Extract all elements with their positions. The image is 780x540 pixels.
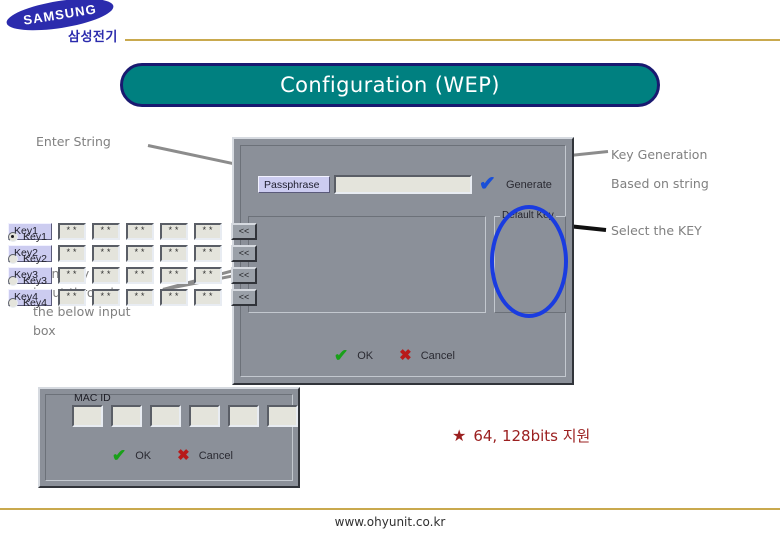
ok-button[interactable]: ✔ OK xyxy=(334,347,373,364)
key-cell-input[interactable]: ** xyxy=(92,288,120,306)
default-key-radio-key1[interactable]: Key1 xyxy=(8,231,47,243)
key-cell-input[interactable]: ** xyxy=(58,244,86,262)
mac-ok-button-label: OK xyxy=(135,449,152,462)
key-shift-button[interactable]: << xyxy=(231,222,257,240)
mac-cancel-button[interactable]: ✖ Cancel xyxy=(177,448,233,463)
radio-label: Key1 xyxy=(23,231,47,243)
key-shift-button[interactable]: << xyxy=(231,288,257,306)
mac-id-octet-input[interactable] xyxy=(72,405,103,427)
passphrase-input[interactable] xyxy=(334,175,472,194)
radio-button-icon[interactable] xyxy=(8,232,18,242)
key-cell-input[interactable]: ** xyxy=(58,222,86,240)
mac-cancel-button-label: Cancel xyxy=(198,449,233,462)
mac-id-octet-input[interactable] xyxy=(150,405,181,427)
slide-canvas: SAMSUNG 삼성전기 Configuration (WEP) Enter S… xyxy=(0,0,780,540)
header-divider-rule xyxy=(125,39,780,41)
mac-id-label: MAC ID xyxy=(74,392,111,404)
annotation-select-the-key: Select the KEY xyxy=(611,223,702,238)
key-cell-input[interactable]: ** xyxy=(92,266,120,284)
mac-id-octet-input[interactable] xyxy=(111,405,142,427)
bottom-note-text: 64, 128bits 지원 xyxy=(473,427,591,445)
annotation-key-generation: Key Generation xyxy=(611,147,708,162)
key-shift-button[interactable]: << xyxy=(231,266,257,284)
radio-button-icon[interactable] xyxy=(8,254,18,264)
star-icon: ★ xyxy=(452,426,467,445)
cancel-button[interactable]: ✖ Cancel xyxy=(399,348,455,363)
key-cell-input[interactable]: ** xyxy=(126,288,154,306)
key-shift-button[interactable]: << xyxy=(231,244,257,262)
key-cell-input[interactable]: ** xyxy=(160,266,188,284)
key-cell-input[interactable]: ** xyxy=(92,222,120,240)
blue-check-icon: ✔ xyxy=(479,173,496,195)
key-cell-input[interactable]: ** xyxy=(160,244,188,262)
mac-ok-button[interactable]: ✔ OK xyxy=(112,447,151,464)
key-cell-input[interactable]: ** xyxy=(194,244,222,262)
wep-key-group xyxy=(248,216,486,313)
generate-button[interactable]: Generate xyxy=(506,179,552,191)
radio-label: Key4 xyxy=(23,297,47,309)
mac-id-octet-input[interactable] xyxy=(267,405,298,427)
key-cell-input[interactable]: ** xyxy=(194,266,222,284)
page-title: Configuration (WEP) xyxy=(280,73,500,97)
key-cell-input[interactable]: ** xyxy=(194,288,222,306)
red-x-icon: ✖ xyxy=(177,447,190,464)
green-check-icon: ✔ xyxy=(112,446,127,465)
cancel-button-label: Cancel xyxy=(420,349,455,362)
mac-id-octet-input[interactable] xyxy=(189,405,220,427)
passphrase-label: Passphrase xyxy=(258,176,330,193)
radio-label: Key2 xyxy=(23,253,47,265)
ok-button-label: OK xyxy=(357,349,374,362)
wep-dialog-actions: ✔ OK ✖ Cancel xyxy=(334,347,481,364)
key-cell-input[interactable]: ** xyxy=(126,266,154,284)
samsung-logo: SAMSUNG xyxy=(4,0,116,37)
radio-button-icon[interactable] xyxy=(8,298,18,308)
bottom-note: ★ 64, 128bits 지원 xyxy=(452,425,590,446)
key-cell-input[interactable]: ** xyxy=(194,222,222,240)
key-cell-input[interactable]: ** xyxy=(92,244,120,262)
radio-button-icon[interactable] xyxy=(8,276,18,286)
annotation-enter-string: Enter String xyxy=(36,134,111,149)
key-cell-input[interactable]: ** xyxy=(126,222,154,240)
slide-title-banner: Configuration (WEP) xyxy=(120,63,660,107)
footer-divider-rule xyxy=(0,508,780,510)
key-cell-input[interactable]: ** xyxy=(58,266,86,284)
annotation-based-on-string: Based on string xyxy=(611,176,709,191)
default-key-radio-key4[interactable]: Key4 xyxy=(8,297,47,309)
key-cell-input[interactable]: ** xyxy=(160,222,188,240)
default-key-legend: Default Key xyxy=(500,210,556,221)
mac-dialog-actions: ✔ OK ✖ Cancel xyxy=(112,447,259,464)
default-key-radio-key3[interactable]: Key3 xyxy=(8,275,47,287)
mac-id-field-group xyxy=(72,405,306,427)
red-x-icon: ✖ xyxy=(399,347,412,364)
default-key-group xyxy=(494,216,566,313)
key-cell-input[interactable]: ** xyxy=(58,288,86,306)
footer-url: www.ohyunit.co.kr xyxy=(334,515,446,529)
mac-id-octet-input[interactable] xyxy=(228,405,259,427)
radio-label: Key3 xyxy=(23,275,47,287)
key-cell-input[interactable]: ** xyxy=(160,288,188,306)
key-cell-input[interactable]: ** xyxy=(126,244,154,262)
brand-korean-name: 삼성전기 xyxy=(68,30,118,45)
default-key-radio-key2[interactable]: Key2 xyxy=(8,253,47,265)
green-check-icon: ✔ xyxy=(334,346,349,365)
